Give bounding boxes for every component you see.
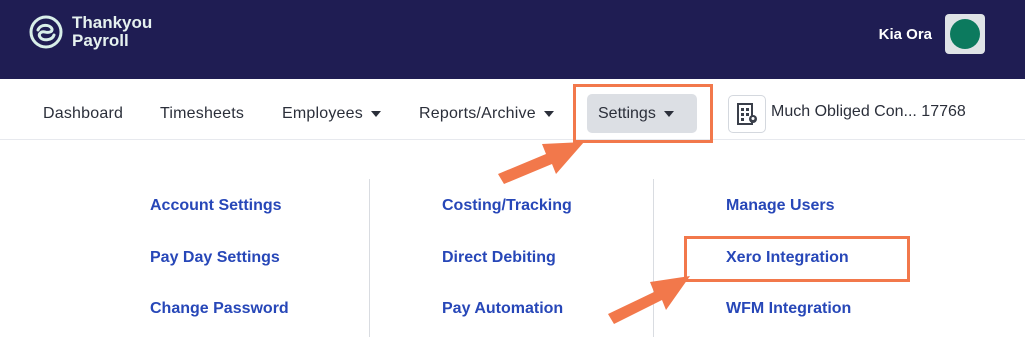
company-name[interactable]: Much Obliged Con... 17768 xyxy=(771,103,966,121)
company-switcher-button[interactable] xyxy=(728,95,766,133)
brand-logo[interactable]: Thankyou Payroll xyxy=(28,14,152,50)
menu-wfm-integration[interactable]: WFM Integration xyxy=(726,300,851,318)
avatar[interactable] xyxy=(945,14,985,54)
nav-employees[interactable]: Employees xyxy=(282,105,381,123)
menu-costing-tracking[interactable]: Costing/Tracking xyxy=(442,197,572,215)
chevron-down-icon xyxy=(543,110,554,117)
main-nav: Dashboard Timesheets Employees Reports/A… xyxy=(0,79,1025,140)
menu-pay-day-settings[interactable]: Pay Day Settings xyxy=(150,249,280,267)
brand-line-2: Payroll xyxy=(72,31,129,50)
menu-direct-debiting[interactable]: Direct Debiting xyxy=(442,249,556,267)
nav-settings-label: Settings xyxy=(598,105,656,122)
nav-reports-label: Reports/Archive xyxy=(419,105,536,122)
nav-timesheets[interactable]: Timesheets xyxy=(160,105,244,123)
nav-settings[interactable]: Settings xyxy=(587,94,697,133)
settings-dropdown: Account Settings Pay Day Settings Change… xyxy=(0,141,1025,342)
chevron-down-icon xyxy=(663,110,674,117)
nav-dashboard[interactable]: Dashboard xyxy=(43,105,123,123)
thankyou-logo-icon xyxy=(29,15,63,49)
menu-account-settings[interactable]: Account Settings xyxy=(150,197,282,215)
menu-xero-integration[interactable]: Xero Integration xyxy=(726,249,849,267)
nav-employees-label: Employees xyxy=(282,105,363,122)
column-divider xyxy=(369,179,370,337)
menu-manage-users[interactable]: Manage Users xyxy=(726,197,835,215)
chevron-down-icon xyxy=(370,110,381,117)
column-divider xyxy=(653,179,654,337)
user-menu[interactable]: Kia Ora xyxy=(879,14,985,54)
brand-name: Thankyou Payroll xyxy=(72,14,152,50)
brand-line-1: Thankyou xyxy=(72,13,153,32)
building-icon xyxy=(737,103,757,125)
avatar-image xyxy=(950,19,980,49)
menu-change-password[interactable]: Change Password xyxy=(150,300,289,318)
nav-reports-archive[interactable]: Reports/Archive xyxy=(419,105,554,123)
user-greeting: Kia Ora xyxy=(878,25,932,43)
menu-pay-automation[interactable]: Pay Automation xyxy=(442,300,563,318)
top-header: Thankyou Payroll Kia Ora xyxy=(0,0,1025,79)
